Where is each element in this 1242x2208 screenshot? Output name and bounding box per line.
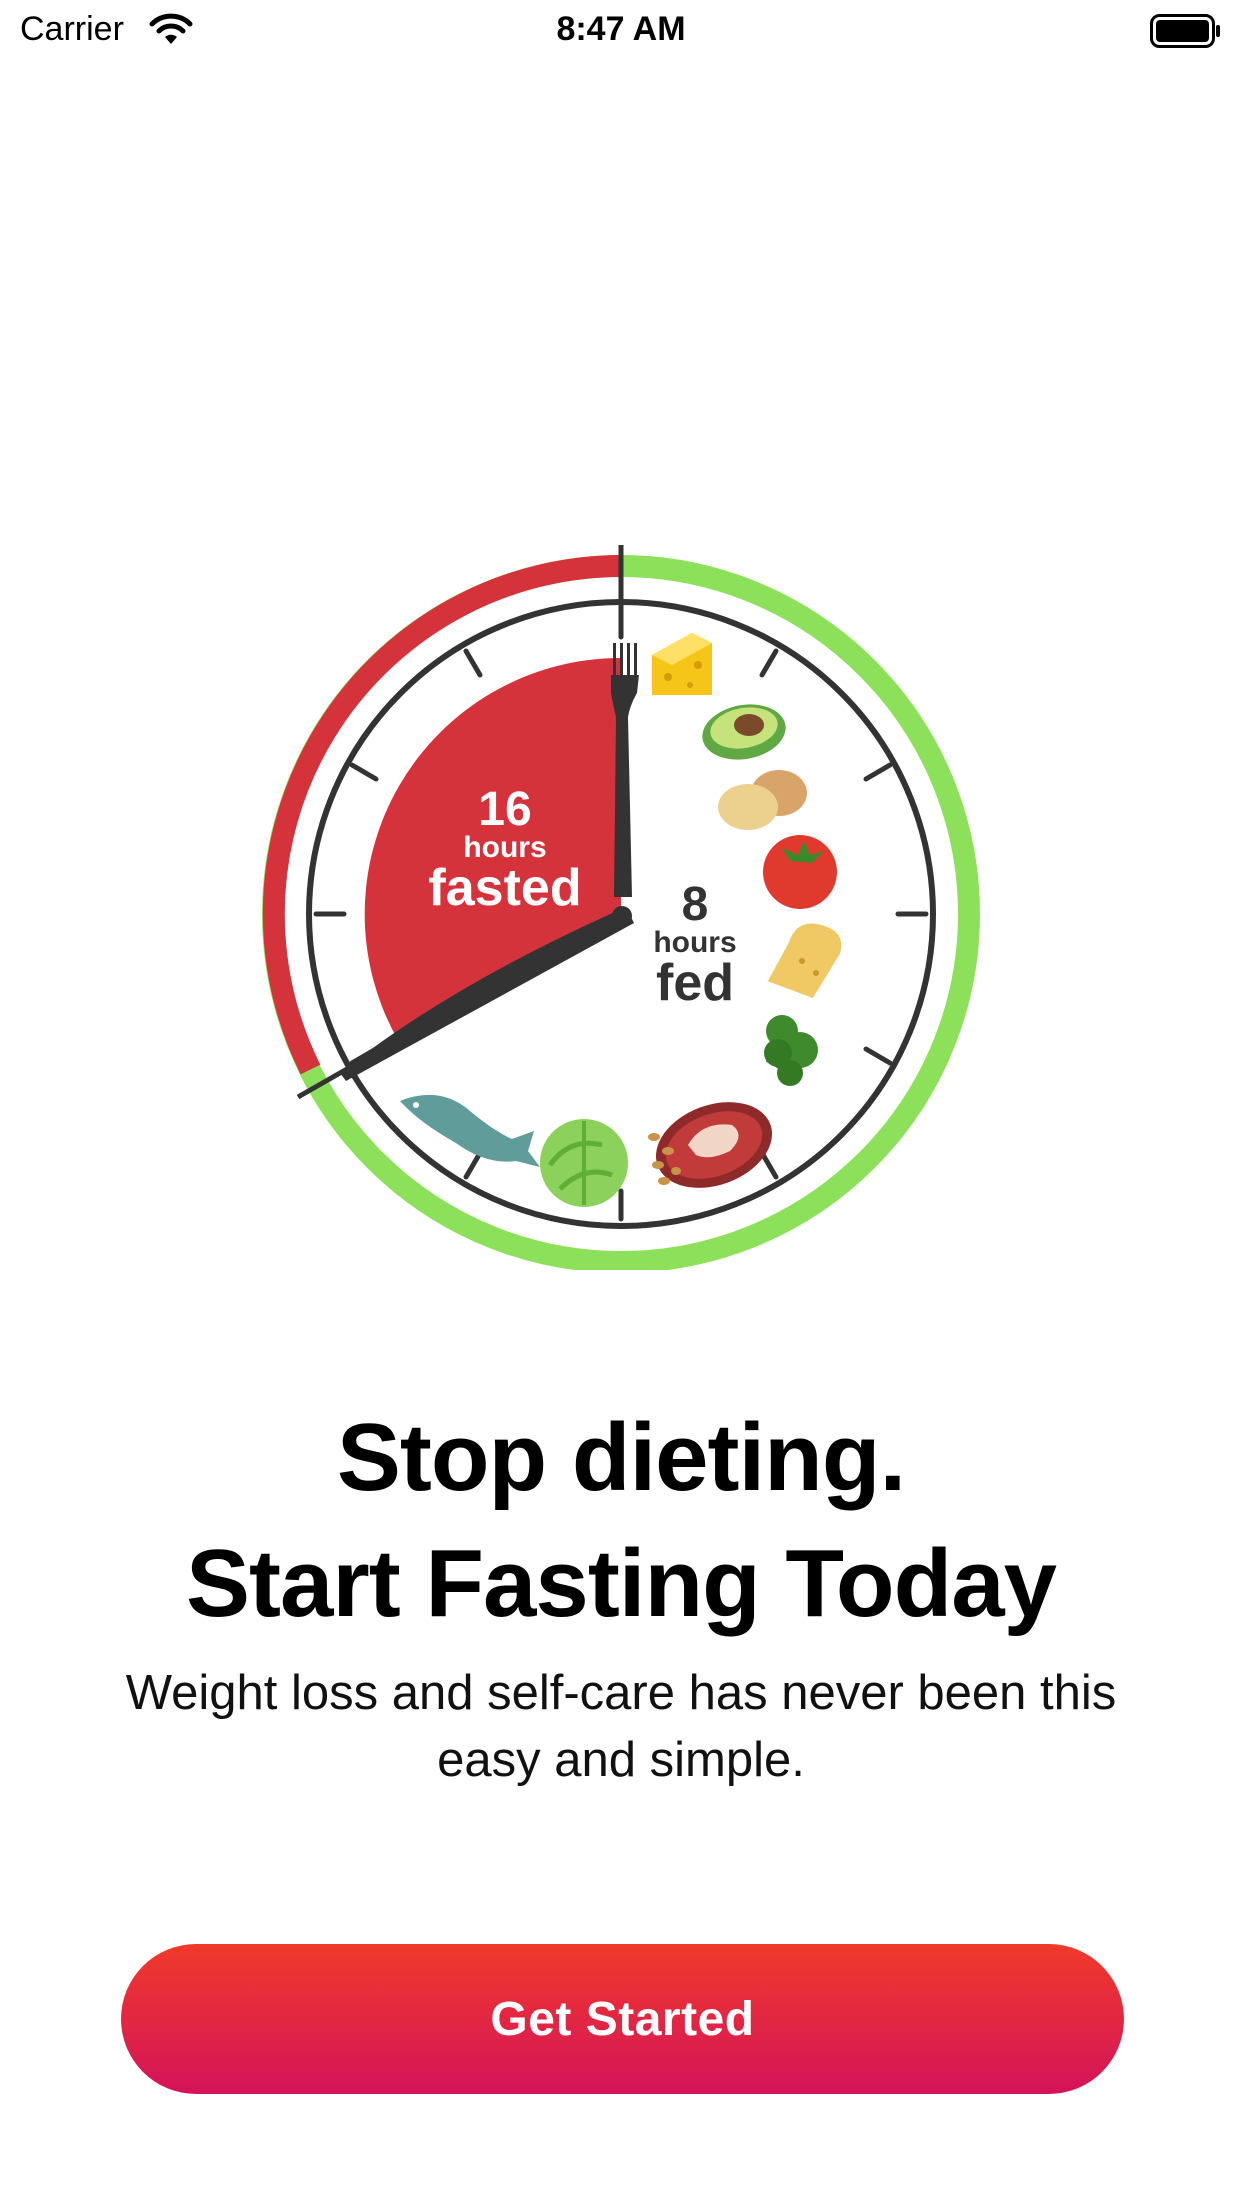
tomato-icon xyxy=(763,835,837,909)
headline: Stop dieting. Start Fasting Today xyxy=(0,1395,1242,1647)
fasted-hours-text: 16 xyxy=(478,783,531,836)
fed-label-text: fed xyxy=(656,954,734,1012)
status-bar: Carrier 8:47 AM xyxy=(0,0,1242,62)
battery-icon xyxy=(1150,14,1220,48)
subtitle: Weight loss and self-care has never been… xyxy=(125,1666,1117,1787)
fed-hours-text: 8 xyxy=(682,878,709,931)
cabbage-icon xyxy=(540,1119,628,1207)
fasted-label-text: fasted xyxy=(428,859,581,917)
headline-line-2: Start Fasting Today xyxy=(186,1530,1057,1637)
status-time: 8:47 AM xyxy=(556,10,686,48)
headline-line-1: Stop dieting. xyxy=(336,1404,906,1511)
get-started-button[interactable]: Get Started xyxy=(121,1944,1124,2094)
fasting-clock-illustration: 16 hours fasted 8 hours fed xyxy=(262,545,980,1270)
